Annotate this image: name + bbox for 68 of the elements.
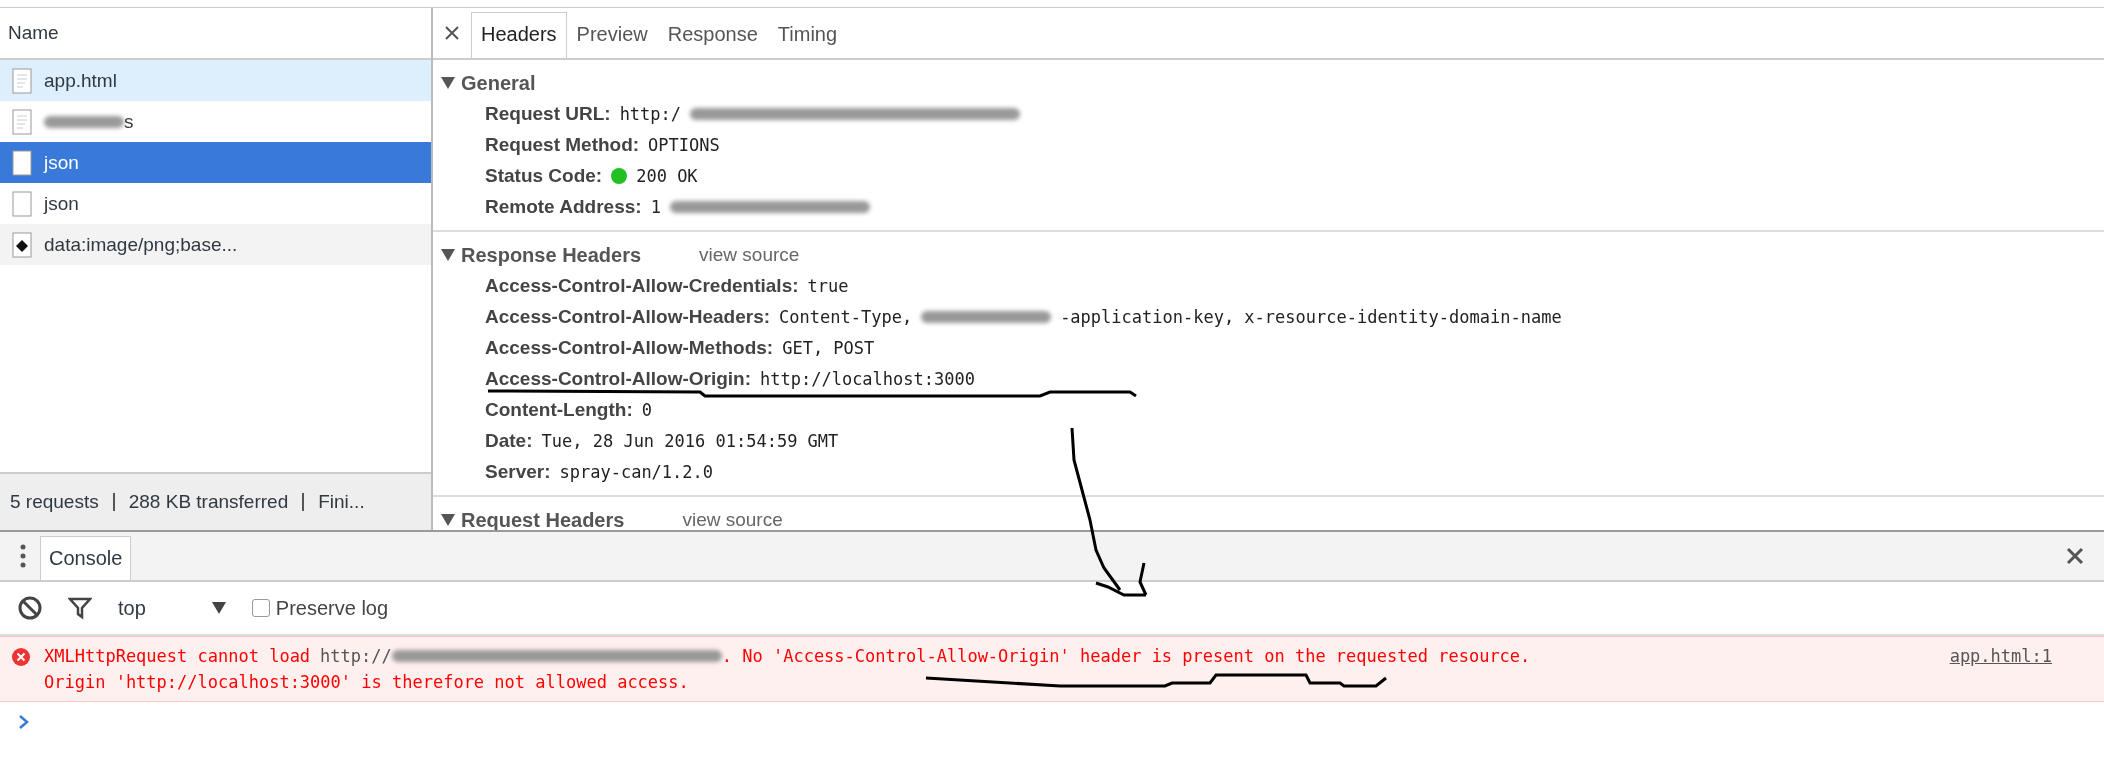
header-value: GET, POST: [782, 337, 875, 358]
error-text: Origin 'http://localhost:3000' is therefore not allowed access.: [44, 671, 689, 694]
request-name: json: [44, 192, 79, 215]
header-value: spray-can/1.2.0: [559, 461, 714, 482]
expand-triangle-icon[interactable]: [441, 77, 455, 89]
header-value: 1: [650, 196, 661, 217]
dropdown-triangle-icon[interactable]: [211, 602, 226, 614]
source-link[interactable]: app.html:1: [1949, 643, 2052, 669]
header-name: Status Code:: [485, 164, 603, 187]
header-value: 0: [641, 399, 652, 420]
request-row[interactable]: json: [0, 142, 431, 183]
section-title[interactable]: General: [461, 71, 536, 95]
header-value: OPTIONS: [648, 134, 720, 155]
checkbox[interactable]: [251, 599, 270, 617]
tab[interactable]: Headers: [471, 12, 567, 58]
status-text: 5 requests: [10, 491, 99, 513]
header-name: Access-Control-Allow-Origin:: [485, 367, 751, 390]
header-name: Server:: [485, 460, 551, 483]
filter-icon[interactable]: [68, 596, 92, 620]
header-name: Content-Length:: [485, 398, 633, 421]
close-icon[interactable]: [445, 26, 459, 40]
header-name: Access-Control-Allow-Credentials:: [485, 274, 799, 297]
error-link[interactable]: http://: [320, 643, 392, 669]
header-value: http:/: [619, 103, 682, 124]
view-source-link[interactable]: view source: [699, 244, 800, 266]
request-row[interactable]: data:image/png;base...: [0, 224, 431, 265]
header-value: Tue, 28 Jun 2016 01:54:59 GMT: [541, 430, 839, 451]
document-icon: [12, 108, 32, 135]
column-header[interactable]: Name: [8, 22, 59, 44]
clear-icon[interactable]: [18, 596, 42, 620]
expand-triangle-icon[interactable]: [441, 514, 455, 526]
status-text: 288 KB transferred: [128, 491, 289, 513]
blank-file-icon: [12, 190, 32, 217]
header-value: true: [807, 275, 849, 296]
checkbox-label[interactable]: Preserve log: [275, 596, 389, 620]
section-title[interactable]: Response Headers: [461, 243, 642, 267]
prompt-icon[interactable]: [18, 714, 30, 730]
header-value: http://localhost:3000: [760, 368, 975, 389]
header-name: Access-Control-Allow-Methods:: [485, 336, 774, 359]
view-source-link[interactable]: view source: [682, 509, 783, 530]
separator-icon: [112, 493, 115, 511]
header-value: -application-key, x-resource-identity-domain-name: [1060, 306, 1562, 327]
request-name: s: [124, 110, 134, 133]
header-name: Request Method:: [485, 133, 640, 156]
error-icon: [12, 648, 30, 666]
status-text: Fini...: [318, 491, 365, 513]
header-value: 200 OK: [636, 165, 698, 186]
header-name: Date:: [485, 429, 533, 452]
section-title[interactable]: Request Headers: [461, 508, 625, 530]
image-file-icon: [12, 231, 32, 258]
drawer-tab[interactable]: Console: [40, 536, 132, 580]
more-menu-icon[interactable]: [20, 544, 26, 568]
blank-file-icon: [12, 149, 32, 176]
close-icon[interactable]: [2066, 547, 2084, 565]
header-name: Access-Control-Allow-Headers:: [485, 305, 771, 328]
header-name: Remote Address:: [485, 195, 642, 218]
request-name: app.html: [44, 69, 117, 92]
request-row[interactable]: app.html: [0, 60, 431, 101]
error-text: . No 'Access-Control-Allow-Origin' header is present on the requested resource.: [721, 645, 1531, 668]
expand-triangle-icon[interactable]: [441, 249, 455, 261]
header-name: Request URL:: [485, 102, 611, 125]
request-name: data:image/png;base...: [44, 233, 238, 256]
separator-icon: [302, 493, 305, 511]
header-value: Content-Type,: [779, 306, 913, 327]
document-icon: [12, 67, 32, 94]
error-text: XMLHttpRequest cannot load: [44, 645, 311, 668]
request-name: json: [44, 151, 79, 174]
context-selector[interactable]: top: [118, 596, 146, 620]
